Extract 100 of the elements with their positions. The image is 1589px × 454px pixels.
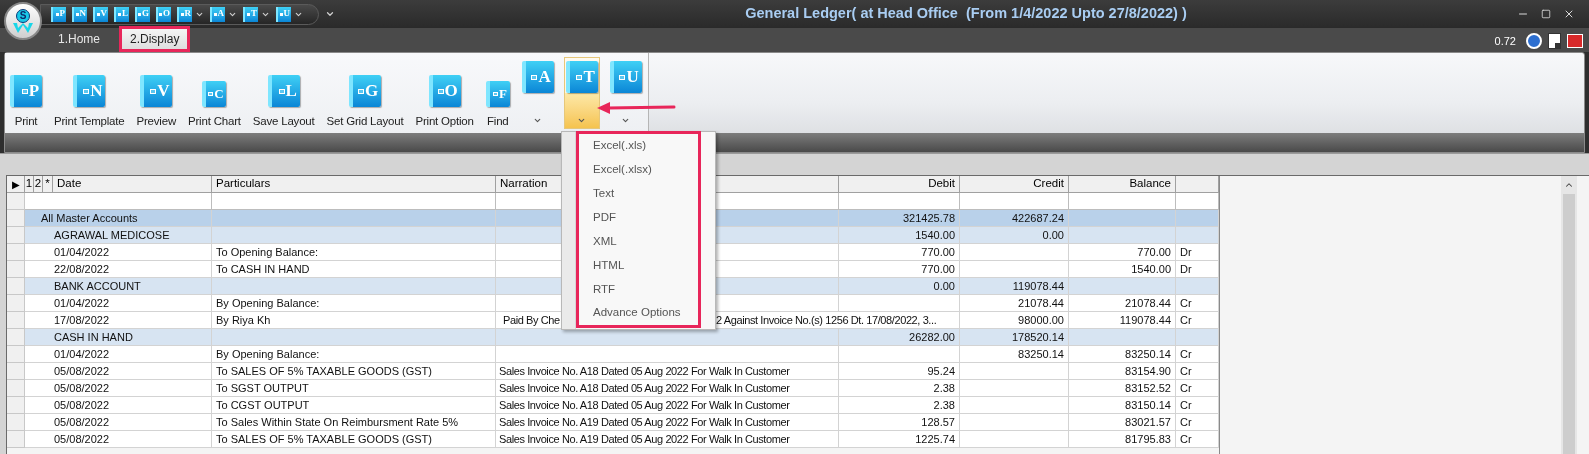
table-cell: All Master Accounts	[41, 210, 138, 226]
grid-row[interactable]: 05/08/2022 To Sales Within State On Reimbursment Rate 5% Sales Invoice No. A19 Dated 05 Aug 2022 For Walk In Customer 128.57 83021.57 Cr	[7, 414, 1219, 431]
close-icon[interactable]	[1563, 8, 1575, 20]
grid-row[interactable]: CASH IN HAND 26282.00 178520.14	[7, 329, 1219, 346]
row-header-cell[interactable]	[7, 295, 25, 312]
table-cell: 01/04/2022	[54, 244, 110, 260]
letter-icon: F	[485, 81, 510, 107]
row-header-cell[interactable]	[7, 346, 25, 363]
row-header-cell[interactable]	[7, 414, 25, 431]
row-header-cell[interactable]	[7, 431, 25, 448]
scroll-up-icon[interactable]	[1564, 180, 1574, 190]
row-header-cell[interactable]	[7, 312, 25, 329]
table-cell: By Opening Balance:	[216, 295, 320, 311]
menu-item[interactable]: Excel(.xlsx)	[579, 157, 698, 182]
level-button[interactable]: *	[43, 176, 53, 192]
table-cell: Sales Invoice No. A19 Dated 05 Aug 2022 For Walk In Customer	[499, 414, 790, 430]
table-cell: Cr	[1180, 431, 1192, 447]
grid-row[interactable]: 05/08/2022 To SALES OF 5% TAXABLE GOODS (GST) Sales Invoice No. A19 Dated 05 Aug 2022 For Walk In Customer 1225.74 81795.83 Cr	[7, 431, 1219, 448]
table-cell: 05/08/2022	[54, 431, 110, 447]
row-header-cell[interactable]	[7, 380, 25, 397]
caret-icon	[621, 116, 631, 125]
maximize-icon[interactable]	[1541, 9, 1551, 19]
letter-icon: P	[10, 75, 42, 107]
letter-icon: A	[521, 61, 554, 93]
row-header-cell[interactable]	[7, 210, 25, 227]
table-cell: 81795.83	[1125, 431, 1171, 447]
menu-item[interactable]: Excel(.xls)	[579, 134, 698, 158]
ribbon-button[interactable]: C Print Chart	[186, 53, 243, 131]
column-header[interactable]: Narration	[500, 175, 548, 193]
exit-icon[interactable]	[1567, 33, 1583, 48]
row-header-cell[interactable]	[7, 363, 25, 380]
customize-icon[interactable]	[325, 9, 335, 19]
level-button[interactable]: 2	[34, 176, 43, 192]
letter-icon: G	[349, 75, 381, 107]
table-cell: By Opening Balance:	[216, 346, 320, 362]
row-header-cell[interactable]	[7, 227, 25, 244]
ribbon-button[interactable]: V Preview	[134, 53, 178, 131]
row-header-cell[interactable]	[7, 397, 25, 414]
table-cell: To Opening Balance:	[216, 244, 319, 260]
ribbon-button[interactable]: O Print Option	[413, 53, 476, 131]
column-header[interactable]: Particulars	[216, 175, 271, 193]
row-indicator: ▶	[11, 177, 20, 192]
column-header[interactable]: Credit	[1033, 175, 1064, 193]
column-header[interactable]: Balance	[1129, 175, 1171, 193]
row-header-cell[interactable]	[7, 278, 25, 295]
menu-item[interactable]: Text	[579, 181, 698, 206]
ribbon-tab[interactable]: 1.Home	[50, 29, 109, 49]
column-header[interactable]: Date	[53, 176, 82, 192]
table-cell: 05/08/2022	[54, 397, 110, 413]
version-label: 0.72	[1494, 33, 1516, 49]
table-cell: To SGST OUTPUT	[216, 380, 309, 396]
menu-item[interactable]: PDF	[579, 205, 698, 230]
scrollbar[interactable]	[1561, 176, 1577, 454]
table-cell: 770.00	[921, 261, 955, 277]
grid-row[interactable]: 01/04/2022 By Opening Balance: 83250.14 83250.14 Cr	[7, 346, 1219, 363]
table-cell: Sales Invoice No. A19 Dated 05 Aug 2022 For Walk In Customer	[499, 431, 790, 447]
table-cell: Cr	[1180, 346, 1192, 362]
row-header-cell[interactable]	[7, 329, 25, 346]
table-cell: 05/08/2022	[54, 363, 110, 379]
document-icon[interactable]	[1548, 32, 1561, 49]
level-button[interactable]: 1	[25, 176, 34, 192]
ribbon-button[interactable]: F Find	[483, 53, 512, 131]
help-icon[interactable]	[1526, 32, 1542, 49]
ribbon-button[interactable]: N Print Template	[52, 53, 127, 131]
ribbon-button[interactable]: G Set Grid Layout	[324, 53, 406, 131]
grid-row[interactable]: 05/08/2022 To SGST OUTPUT Sales Invoice No. A18 Dated 05 Aug 2022 For Walk In Customer 2.38 83152.52 Cr	[7, 380, 1219, 397]
table-cell: Cr	[1180, 414, 1192, 430]
table-cell: 128.57	[921, 414, 955, 430]
grid-row[interactable]: 05/08/2022 To SALES OF 5% TAXABLE GOODS (GST) Sales Invoice No. A18 Dated 05 Aug 2022 For Walk In Customer 95.24 83154.90 Cr	[7, 363, 1219, 380]
table-cell: To SALES OF 5% TAXABLE GOODS (GST)	[216, 363, 432, 379]
table-cell: Cr	[1180, 397, 1192, 413]
table-cell: 2.38	[933, 380, 955, 396]
table-cell: Cr	[1180, 380, 1192, 396]
table-cell: 26282.00	[909, 329, 955, 345]
ribbon-button[interactable]: L Save Layout	[250, 53, 317, 131]
letter-icon: V	[140, 75, 173, 107]
menu-item[interactable]: XML	[579, 229, 698, 254]
menu-item[interactable]: HTML	[579, 253, 698, 278]
table-cell: 01/04/2022	[54, 295, 110, 311]
menu-item[interactable]: RTF	[579, 277, 698, 302]
table-cell: To SALES OF 5% TAXABLE GOODS (GST)	[216, 431, 432, 447]
table-cell: To CGST OUTPUT	[216, 397, 310, 413]
table-cell: 119078.44	[1012, 278, 1064, 294]
table-cell: Paid By Che	[503, 312, 560, 328]
table-cell: 422687.24	[1012, 210, 1064, 226]
table-cell: 770.00	[921, 244, 955, 260]
row-header-cell[interactable]	[7, 261, 25, 278]
table-cell: 83152.52	[1125, 380, 1171, 396]
table-cell: Dr	[1180, 261, 1192, 277]
row-header-cell[interactable]	[7, 244, 25, 261]
menu-item[interactable]: Advance Options	[579, 301, 698, 325]
caret-icon	[577, 116, 587, 125]
letter-icon: L	[267, 75, 300, 107]
ribbon-button[interactable]: P Print	[8, 53, 44, 131]
grid-row[interactable]: 05/08/2022 To CGST OUTPUT Sales Invoice No. A18 Dated 05 Aug 2022 For Walk In Customer 2.38 83150.14 Cr	[7, 397, 1219, 414]
table-cell: Sales Invoice No. A18 Dated 05 Aug 2022 For Walk In Customer	[499, 397, 790, 413]
column-header[interactable]: Debit	[928, 175, 955, 193]
table-cell: By Riya Kh	[216, 312, 271, 328]
table-cell: To Sales Within State On Reimbursment Rate 5%	[216, 414, 459, 430]
ribbon-tab[interactable]: 2.Display	[122, 29, 188, 49]
